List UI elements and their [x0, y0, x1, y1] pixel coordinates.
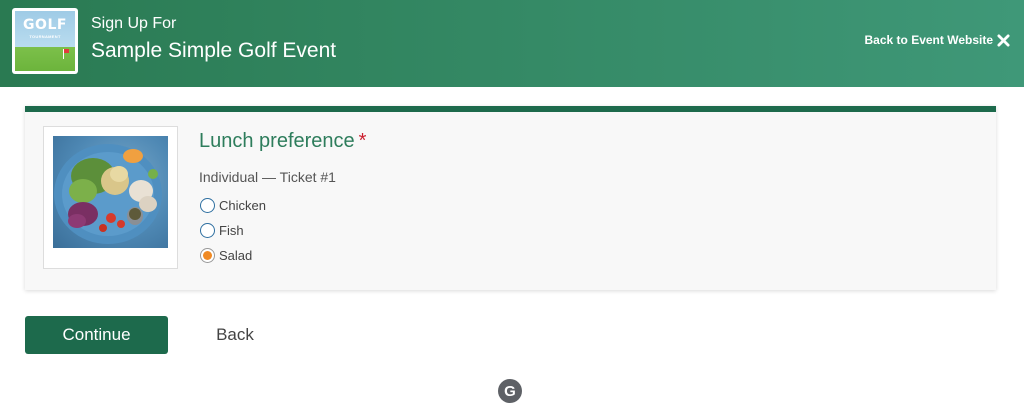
header-subtitle: Sign Up For: [91, 15, 177, 32]
option-chicken[interactable]: Chicken: [200, 198, 266, 213]
lunch-image-frame: [43, 126, 178, 269]
back-to-event-label: Back to Event Website: [864, 33, 993, 47]
option-fish[interactable]: Fish: [200, 223, 244, 238]
radio-chicken[interactable]: [200, 198, 215, 213]
golf-logo-image: GOLF TOURNAMENT: [15, 11, 75, 71]
close-icon[interactable]: [997, 33, 1010, 47]
radio-fish[interactable]: [200, 223, 215, 238]
question-card: Lunch preference * Individual — Ticket #1…: [25, 106, 996, 290]
required-marker: *: [358, 130, 367, 152]
option-label: Salad: [219, 248, 253, 263]
option-label: Chicken: [219, 198, 266, 213]
back-to-event-link[interactable]: Back to Event Website: [865, 33, 1010, 47]
header-bar: GOLF TOURNAMENT Sign Up For Sample Simpl…: [0, 0, 1024, 87]
salad-photo: [53, 136, 168, 248]
question-title: Lunch preference *: [199, 130, 366, 153]
continue-button[interactable]: Continue: [25, 316, 168, 354]
back-button[interactable]: Back: [200, 316, 270, 354]
brand-logo-icon[interactable]: G: [498, 379, 522, 403]
event-title: Sample Simple Golf Event: [91, 39, 337, 62]
logo-subword: TOURNAMENT: [29, 34, 61, 39]
event-logo[interactable]: GOLF TOURNAMENT: [12, 8, 78, 74]
radio-salad[interactable]: [200, 248, 215, 263]
question-title-text: Lunch preference: [199, 130, 355, 152]
option-salad[interactable]: Salad: [200, 248, 252, 263]
option-label: Fish: [219, 223, 244, 238]
golf-flag-icon: [63, 49, 69, 59]
ticket-label: Individual — Ticket #1: [199, 169, 336, 185]
logo-word: GOLF: [23, 17, 67, 33]
